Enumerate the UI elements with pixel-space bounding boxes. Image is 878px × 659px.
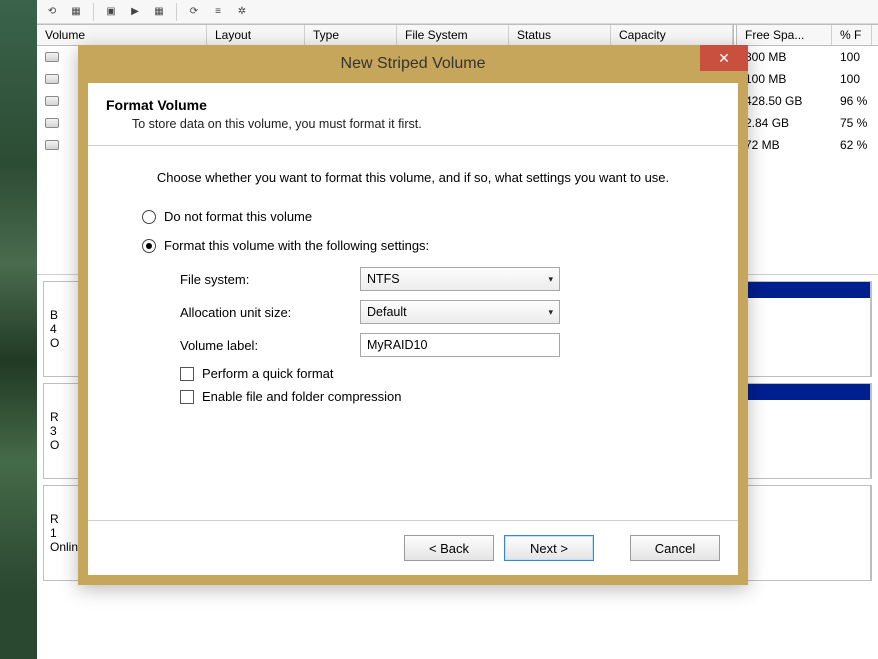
toolbar-btn[interactable]: ⟲ [43, 3, 61, 21]
col-capacity[interactable]: Capacity [611, 25, 733, 45]
free-space-cell: 428.50 GB [737, 92, 832, 110]
toolbar-btn[interactable]: ▦ [150, 3, 168, 21]
cancel-button[interactable]: Cancel [630, 535, 720, 561]
option-format-with-settings[interactable]: Format this volume with the following se… [142, 238, 706, 253]
toolbar-btn[interactable]: ▦ [67, 3, 85, 21]
toolbar: ⟲ ▦ ▣ ▶ ▦ ⟳ ≡ ✲ [37, 0, 878, 24]
wizard-title-bar[interactable]: New Striped Volume ✕ [78, 45, 748, 83]
disk-icon [45, 96, 59, 106]
input-value: MyRAID10 [367, 338, 427, 352]
free-space-cell: 2.84 GB [737, 114, 832, 132]
volume-label-label: Volume label: [180, 338, 360, 353]
allocation-unit-label: Allocation unit size: [180, 305, 360, 320]
col-filesystem[interactable]: File System [397, 25, 509, 45]
disk-management-panel: Volume Layout Type File System Status Ca… [37, 24, 878, 659]
volume-table-header: Volume Layout Type File System Status Ca… [37, 24, 878, 46]
new-striped-volume-wizard: New Striped Volume ✕ Format Volume To st… [78, 45, 748, 585]
wizard-subtitle: To store data on this volume, you must f… [132, 117, 720, 131]
checkbox-label: Enable file and folder compression [202, 389, 401, 404]
free-space-cell: 100 MB [737, 70, 832, 88]
filesystem-select[interactable]: NTFS ▾ [360, 267, 560, 291]
disk-icon [45, 74, 59, 84]
wizard-title: New Striped Volume [341, 55, 486, 73]
desktop-wallpaper-sliver [0, 0, 37, 659]
select-value: NTFS [367, 272, 400, 286]
col-type[interactable]: Type [305, 25, 397, 45]
toolbar-btn[interactable]: ▶ [126, 3, 144, 21]
checkbox-icon [180, 367, 194, 381]
option-label: Format this volume with the following se… [164, 238, 429, 253]
compression-checkbox[interactable]: Enable file and folder compression [180, 389, 706, 404]
wizard-prompt: Choose whether you want to format this v… [120, 170, 706, 185]
chevron-down-icon: ▾ [548, 274, 553, 285]
disk-icon [45, 140, 59, 150]
toolbar-btn[interactable]: ⟳ [185, 3, 203, 21]
radio-icon [142, 210, 156, 224]
free-space-cell: 300 MB [737, 48, 832, 66]
option-do-not-format[interactable]: Do not format this volume [142, 209, 706, 224]
wizard-header: Format Volume To store data on this volu… [88, 83, 738, 146]
radio-icon [142, 239, 156, 253]
col-percent-free[interactable]: % F [832, 25, 872, 45]
toolbar-btn[interactable]: ✲ [233, 3, 251, 21]
pct-free-cell: 100 [832, 70, 872, 88]
back-button[interactable]: < Back [404, 535, 494, 561]
free-space-cell: 72 MB [737, 136, 832, 154]
filesystem-label: File system: [180, 272, 360, 287]
checkbox-label: Perform a quick format [202, 366, 334, 381]
chevron-down-icon: ▾ [548, 307, 553, 318]
allocation-unit-select[interactable]: Default ▾ [360, 300, 560, 324]
toolbar-btn[interactable]: ▣ [102, 3, 120, 21]
wizard-heading: Format Volume [106, 97, 720, 113]
pct-free-cell: 62 % [832, 136, 872, 154]
toolbar-btn[interactable]: ≡ [209, 3, 227, 21]
next-button[interactable]: Next > [504, 535, 594, 561]
select-value: Default [367, 305, 407, 319]
volume-label-input[interactable]: MyRAID10 [360, 333, 560, 357]
pct-free-cell: 75 % [832, 114, 872, 132]
col-free-space[interactable]: Free Spa... [737, 25, 832, 45]
checkbox-icon [180, 390, 194, 404]
disk-icon [45, 118, 59, 128]
close-icon: ✕ [718, 50, 730, 67]
col-volume[interactable]: Volume [37, 25, 207, 45]
col-status[interactable]: Status [509, 25, 611, 45]
option-label: Do not format this volume [164, 209, 312, 224]
wizard-footer: < Back Next > Cancel [88, 520, 738, 575]
wizard-body: Choose whether you want to format this v… [88, 146, 738, 520]
pct-free-cell: 100 [832, 48, 872, 66]
disk-icon [45, 52, 59, 62]
close-button[interactable]: ✕ [700, 45, 748, 71]
pct-free-cell: 96 % [832, 92, 872, 110]
quick-format-checkbox[interactable]: Perform a quick format [180, 366, 706, 381]
col-layout[interactable]: Layout [207, 25, 305, 45]
